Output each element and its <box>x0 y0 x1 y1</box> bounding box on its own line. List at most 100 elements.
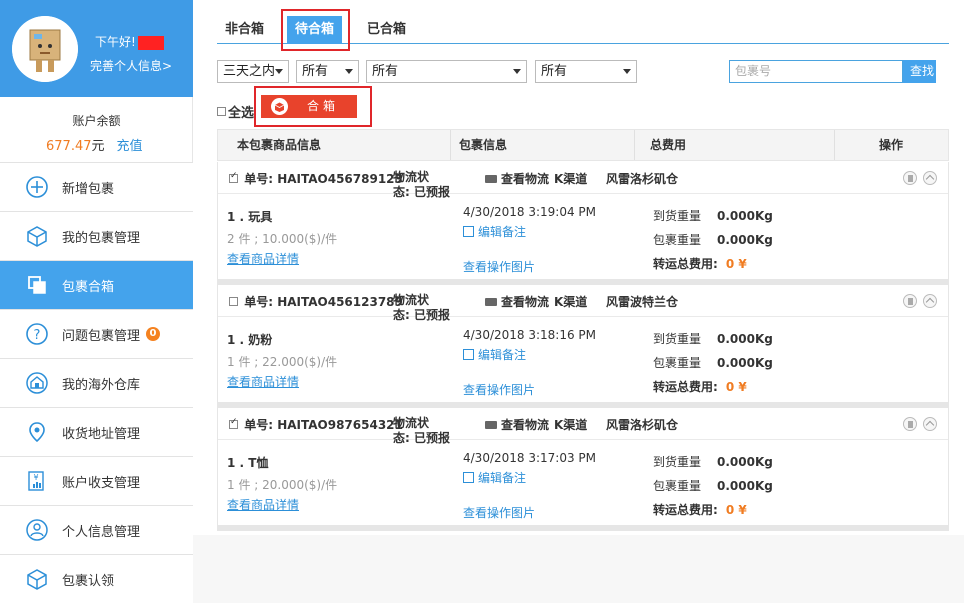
package-weight: 包裹重量 0.000Kg <box>653 356 773 370</box>
delete-icon[interactable] <box>903 171 917 185</box>
svg-text:?: ? <box>34 328 41 343</box>
filter-select-3[interactable]: 所有 <box>366 60 527 83</box>
package-ops <box>903 417 937 431</box>
balance: 677.47元 充值 <box>46 135 143 154</box>
item-name: 1 . 奶粉 <box>227 333 273 347</box>
location-pin-icon <box>24 419 50 445</box>
arrival-weight: 到货重量 0.000Kg <box>653 209 773 223</box>
track-logistics-link[interactable]: 查看物流 <box>485 170 549 187</box>
sidebar-item-label: 新增包裹 <box>62 181 115 197</box>
balance-label: 账户余额 <box>72 114 121 128</box>
sidebar-item-add-package[interactable]: 新增包裹 <box>0 162 193 211</box>
package-warehouse: 风雷洛杉矶仓 <box>606 418 679 432</box>
sidebar-item-label: 包裹合箱 <box>62 279 115 295</box>
claim-package-icon <box>24 566 50 592</box>
total-fee: 转运总费用: 0 ¥ <box>653 503 747 517</box>
sidebar-item-claim-package[interactable]: 包裹认领 <box>0 554 193 603</box>
edit-icon <box>463 472 474 483</box>
item-qty: 2 件 ; 10.000($)/件 <box>227 232 338 246</box>
sidebar-item-address[interactable]: 收货地址管理 <box>0 407 193 456</box>
plus-circle-icon <box>24 174 50 200</box>
package-status: 物流状态: 已预报 <box>393 416 451 445</box>
view-photos-link[interactable]: 查看操作图片 <box>463 381 535 398</box>
col-total: 总费用 <box>650 138 687 152</box>
edit-note-link[interactable]: 编辑备注 <box>463 469 526 486</box>
package-icon <box>24 223 50 249</box>
sidebar-menu: 新增包裹 我的包裹管理 包裹合箱 ? 问题包裹管理 0 我的海外仓库 收货地址管… <box>0 162 193 603</box>
package-row: 单号: HAITAO456789123 物流状态: 已预报 查看物流 K渠道 风… <box>217 162 949 279</box>
track-logistics-link[interactable]: 查看物流 <box>485 293 549 310</box>
sidebar: 下午好! 完善个人信息> 账户余额 677.47元 充值 新增包裹 我的包裹管理 … <box>0 0 193 603</box>
view-item-detail-link[interactable]: 查看商品详情 <box>227 250 299 267</box>
table-header: 本包裹商品信息 包裹信息 总费用 操作 <box>217 129 949 161</box>
complete-profile-link[interactable]: 完善个人信息> <box>90 57 172 74</box>
truck-icon <box>485 297 497 306</box>
collapse-icon[interactable] <box>923 171 937 185</box>
delete-icon[interactable] <box>903 294 917 308</box>
sidebar-item-my-packages[interactable]: 我的包裹管理 <box>0 211 193 260</box>
sidebar-item-problem-packages[interactable]: ? 问题包裹管理 0 <box>0 309 193 358</box>
view-photos-link[interactable]: 查看操作图片 <box>463 258 535 275</box>
col-goods: 本包裹商品信息 <box>237 138 322 152</box>
view-item-detail-link[interactable]: 查看商品详情 <box>227 373 299 390</box>
finance-icon: ¥ <box>24 468 50 494</box>
recharge-link[interactable]: 充值 <box>117 139 143 154</box>
edit-icon <box>463 349 474 360</box>
avatar[interactable] <box>12 16 78 82</box>
content-bottom-area <box>193 535 964 603</box>
package-checkbox[interactable] <box>229 297 238 306</box>
package-checkbox[interactable] <box>229 171 238 183</box>
package-weight: 包裹重量 0.000Kg <box>653 233 773 247</box>
sidebar-item-overseas-warehouse[interactable]: 我的海外仓库 <box>0 358 193 407</box>
search-input[interactable]: 包裹号 <box>729 60 903 83</box>
warehouse-icon <box>24 370 50 396</box>
package-row-header: 单号: HAITAO987654321 物流状态: 已预报 查看物流 K渠道 风… <box>218 408 948 445</box>
sidebar-item-label: 问题包裹管理 <box>62 328 141 344</box>
problem-count-badge: 0 <box>146 327 161 341</box>
sidebar-item-finance[interactable]: ¥ 账户收支管理 <box>0 456 193 505</box>
package-weight: 包裹重量 0.000Kg <box>653 479 773 493</box>
package-channel: K渠道 <box>554 172 588 186</box>
time-range-select[interactable]: 三天之内 <box>217 60 289 83</box>
col-package: 包裹信息 <box>459 138 508 152</box>
tab-merged[interactable]: 已合箱 <box>367 16 406 44</box>
view-item-detail-link[interactable]: 查看商品详情 <box>227 496 299 513</box>
merge-boxes-icon <box>24 272 50 298</box>
greeting: 下午好! <box>95 33 164 50</box>
svg-text:¥: ¥ <box>33 473 38 482</box>
select-all[interactable]: 全选 <box>217 102 254 121</box>
package-warehouse: 风雷洛杉矶仓 <box>606 172 679 186</box>
package-time: 4/30/2018 3:17:03 PM <box>463 451 597 465</box>
merge-button[interactable]: 合箱 <box>261 95 357 118</box>
view-photos-link[interactable]: 查看操作图片 <box>463 504 535 521</box>
edit-note-link[interactable]: 编辑备注 <box>463 223 526 240</box>
edit-icon <box>463 226 474 237</box>
merge-box-icon <box>271 98 288 115</box>
balance-amount: 677.47 <box>46 139 92 154</box>
sidebar-item-merge-packages[interactable]: 包裹合箱 <box>0 260 193 309</box>
balance-unit: 元 <box>91 139 105 154</box>
filter-select-2[interactable]: 所有 <box>296 60 359 83</box>
package-checkbox[interactable] <box>229 417 238 429</box>
package-row-header: 单号: HAITAO456123789 物流状态: 已预报 查看物流 K渠道 风… <box>218 285 948 322</box>
filter-select-4[interactable]: 所有 <box>535 60 637 83</box>
sidebar-item-label: 个人信息管理 <box>62 524 141 540</box>
track-logistics-link[interactable]: 查看物流 <box>485 416 549 433</box>
delete-icon[interactable] <box>903 417 917 431</box>
sidebar-item-label: 账户收支管理 <box>62 475 141 491</box>
package-order: 单号: HAITAO456789123 <box>229 170 403 187</box>
truck-icon <box>485 174 497 183</box>
tab-not-merged[interactable]: 非合箱 <box>225 16 264 44</box>
package-channel: K渠道 <box>554 295 588 309</box>
package-status: 物流状态: 已预报 <box>393 170 451 199</box>
package-order: 单号: HAITAO987654321 <box>229 416 403 433</box>
edit-note-link[interactable]: 编辑备注 <box>463 346 526 363</box>
sidebar-item-profile[interactable]: 个人信息管理 <box>0 505 193 554</box>
item-name: 1 . 玩具 <box>227 210 273 224</box>
collapse-icon[interactable] <box>923 417 937 431</box>
package-row: 单号: HAITAO456123789 物流状态: 已预报 查看物流 K渠道 风… <box>217 285 949 402</box>
collapse-icon[interactable] <box>923 294 937 308</box>
item-qty: 1 件 ; 22.000($)/件 <box>227 355 338 369</box>
select-all-checkbox[interactable] <box>217 107 226 116</box>
search-button[interactable]: 查找 <box>903 60 936 83</box>
